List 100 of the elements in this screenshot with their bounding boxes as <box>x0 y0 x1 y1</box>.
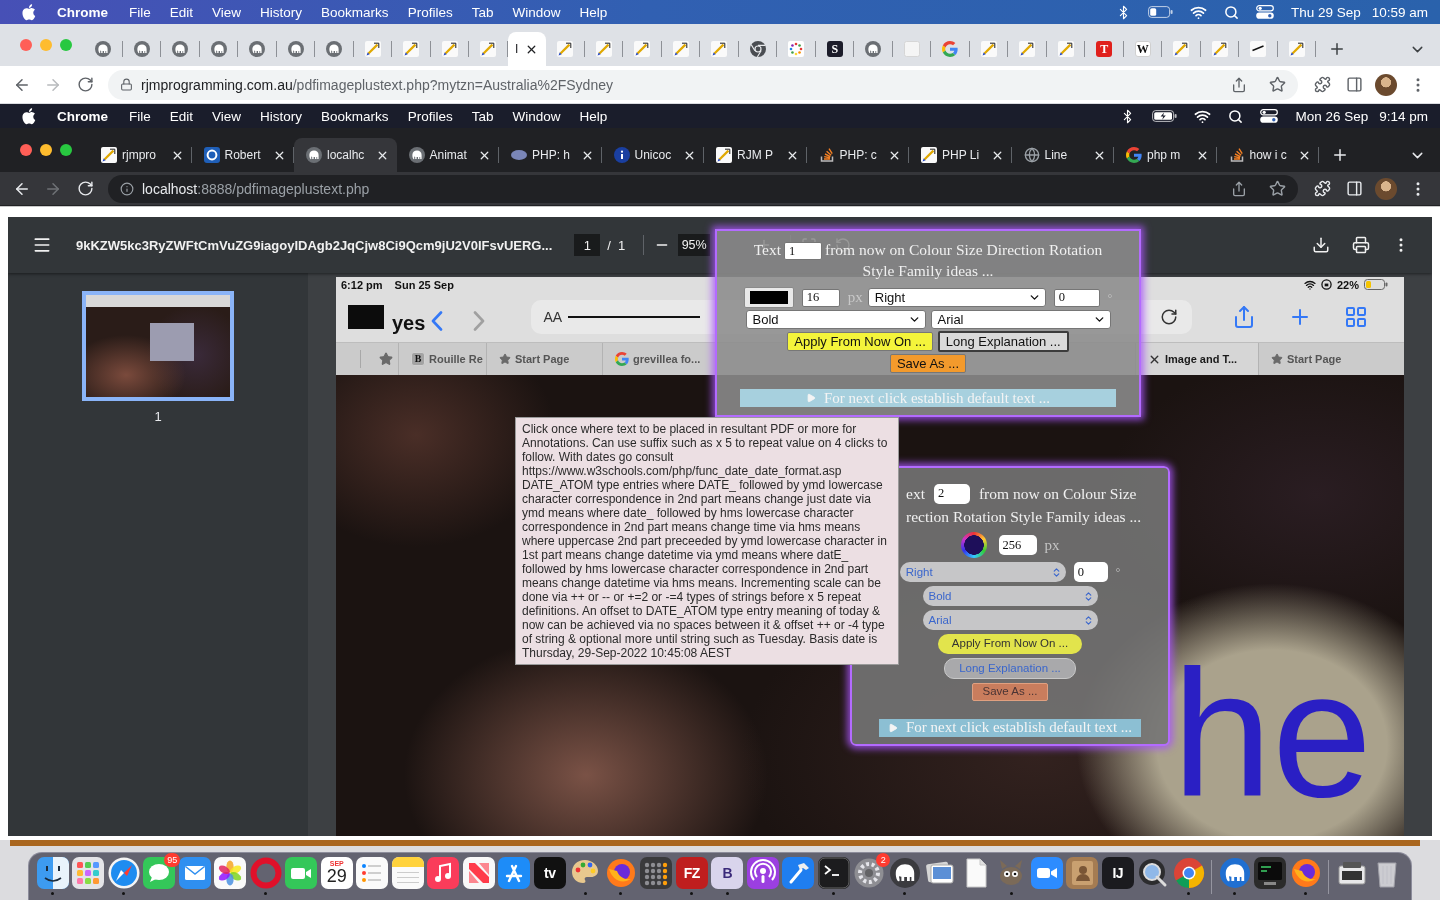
search-icon[interactable] <box>1228 108 1244 124</box>
address-book-icon[interactable] <box>1066 857 1099 889</box>
battery-icon[interactable] <box>1147 6 1173 18</box>
envelope-icon[interactable] <box>178 857 211 889</box>
menu-item[interactable]: Window <box>512 4 561 20</box>
star-icon[interactable] <box>379 352 393 366</box>
app-logo-button[interactable]: tv <box>533 857 566 889</box>
rotation-field[interactable]: 0 <box>1073 562 1108 582</box>
menu-item[interactable]: Help <box>579 4 608 20</box>
menu-item[interactable]: File <box>129 4 151 20</box>
profile-avatar[interactable] <box>1375 177 1397 200</box>
flame-globe-icon[interactable] <box>1289 857 1322 889</box>
compass-icon[interactable] <box>107 857 140 889</box>
menu-item[interactable]: View <box>212 4 242 20</box>
browser-tab[interactable]: rjmpro <box>89 138 192 172</box>
browser-tab[interactable]: RJM P <box>704 138 807 172</box>
page-number-field[interactable]: 1 <box>574 234 601 256</box>
colour-picker[interactable] <box>743 287 794 309</box>
menu-date[interactable]: Thu 29 Sep <box>1290 4 1361 20</box>
menu-item[interactable]: View <box>212 108 242 124</box>
new-tab-icon[interactable] <box>1328 40 1346 58</box>
checklist-icon[interactable] <box>356 857 389 889</box>
control-toggles-icon[interactable] <box>1255 5 1274 19</box>
flower-icon[interactable] <box>214 857 247 889</box>
browser-tab[interactable]: PHP Li <box>909 138 1012 172</box>
bookmark-star-icon[interactable] <box>1268 76 1286 93</box>
share-icon[interactable] <box>1231 180 1247 197</box>
save-as-button[interactable]: Save As ... <box>971 683 1049 701</box>
calculator-icon[interactable] <box>640 857 673 889</box>
text-number-field[interactable]: 1 <box>784 242 823 261</box>
elephant-icon[interactable] <box>888 857 921 889</box>
share-icon[interactable] <box>1231 76 1247 93</box>
family-dropdown[interactable]: Arial <box>930 310 1111 330</box>
share-icon[interactable] <box>1232 305 1256 329</box>
tab-grid-icon[interactable] <box>1344 305 1368 329</box>
address-field[interactable]: localhost:8888/pdfimageplustext.php <box>108 174 1298 203</box>
explanation-button[interactable]: Long Explanation ... <box>937 331 1069 353</box>
terminal-icon[interactable] <box>817 857 850 889</box>
menu-item[interactable]: Bookmarks <box>321 108 389 124</box>
app-grid-icon[interactable] <box>72 857 105 889</box>
app-logo-button[interactable]: B <box>711 857 744 889</box>
browser-tab[interactable]: php m <box>1114 138 1217 172</box>
zoom-field[interactable]: 95% <box>678 234 711 256</box>
apply-button[interactable]: Apply From Now On ... <box>787 332 933 352</box>
menu-item[interactable]: Chrome <box>57 4 108 20</box>
music-note-icon[interactable] <box>427 857 460 889</box>
menu-item[interactable]: Profiles <box>407 108 453 124</box>
video-camera-icon[interactable] <box>285 857 318 889</box>
notepad-icon[interactable] <box>391 857 424 889</box>
back-chevron-icon[interactable] <box>431 311 444 331</box>
menu-item[interactable]: Edit <box>169 108 194 124</box>
apply-button[interactable]: Apply From Now On ... <box>937 634 1083 654</box>
menu-item[interactable]: History <box>260 108 303 124</box>
menu-item[interactable]: Tab <box>471 108 494 124</box>
window-close-button[interactable] <box>20 144 32 156</box>
battery-icon[interactable] <box>1152 110 1178 122</box>
app-logo-button[interactable]: IJ <box>1101 857 1134 889</box>
menu-date[interactable]: Mon 26 Sep <box>1295 108 1369 124</box>
browser-tab[interactable]: W <box>1123 32 1162 66</box>
browser-tab[interactable]: how i c <box>1216 138 1319 172</box>
side-panel-icon[interactable] <box>1345 76 1363 93</box>
menu-item[interactable]: History <box>260 4 303 20</box>
menu-time[interactable]: 9:14 pm <box>1379 108 1428 124</box>
profile-avatar[interactable] <box>1375 73 1397 96</box>
pencil-strokes-icon[interactable] <box>498 857 531 889</box>
menu-item[interactable]: Tab <box>471 4 494 20</box>
download-icon[interactable] <box>1312 236 1330 254</box>
size-field[interactable]: 256 <box>998 535 1037 555</box>
app-logo-button[interactable]: FZ <box>675 857 708 889</box>
browser-tab[interactable]: PHP: c <box>806 138 909 172</box>
window-zoom-button[interactable] <box>60 144 72 156</box>
podcast-icon[interactable] <box>746 857 779 889</box>
address-field[interactable]: rjmprogramming.com.au/pdfimageplustext.php?mytzn=Australia%2FSydney <box>108 69 1298 100</box>
menu-item[interactable]: Profiles <box>407 4 453 20</box>
save-as-button[interactable]: Save As ... <box>889 354 967 374</box>
browser-tab[interactable]: Line <box>1011 138 1114 172</box>
face-icon[interactable] <box>36 857 69 889</box>
monitor-icon[interactable] <box>1254 857 1287 889</box>
menu-icon[interactable] <box>32 235 52 255</box>
reload-icon[interactable] <box>1160 308 1178 326</box>
browser-tab[interactable]: I <box>507 32 546 66</box>
video-camera-icon[interactable] <box>1030 857 1063 889</box>
menu-item[interactable]: Window <box>512 108 561 124</box>
control-toggles-icon[interactable] <box>1260 109 1279 123</box>
page-thumbnail[interactable] <box>82 291 234 401</box>
bookmark-star-icon[interactable] <box>1268 180 1286 197</box>
print-icon[interactable] <box>1352 236 1370 254</box>
apple-logo-icon[interactable] <box>22 3 36 21</box>
browser-tab[interactable]: Robert <box>191 138 294 172</box>
menu-item[interactable]: Chrome <box>57 108 108 124</box>
menu-item[interactable]: Bookmarks <box>321 4 389 20</box>
new-tab-icon[interactable] <box>1331 146 1349 164</box>
size-field[interactable]: 16 <box>801 288 840 307</box>
colour-wheel-icon[interactable] <box>960 532 987 558</box>
direction-dropdown[interactable]: Right <box>867 288 1046 308</box>
chat-bubble-icon[interactable] <box>143 857 176 889</box>
menu-time[interactable]: 10:59 am <box>1371 4 1428 20</box>
menu-item[interactable]: Edit <box>169 4 194 20</box>
hammer-icon[interactable] <box>782 857 815 889</box>
gear-icon[interactable] <box>853 857 886 889</box>
